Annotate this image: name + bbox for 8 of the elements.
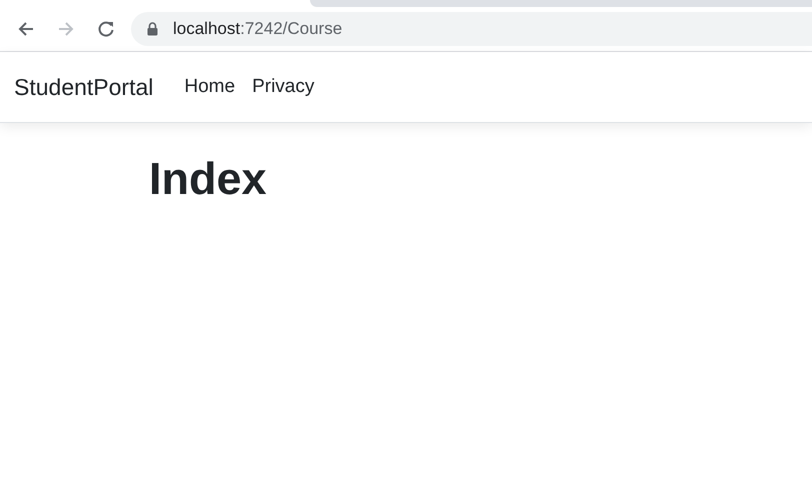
address-bar[interactable]: localhost:7242/Course [131,12,812,46]
reload-icon [96,19,116,39]
brand-link[interactable]: StudentPortal [14,70,154,104]
url-text: localhost:7242/Course [173,18,342,40]
lock-icon [147,22,158,36]
nav-link[interactable]: Privacy [244,72,322,102]
nav-link[interactable]: Home [176,72,244,102]
page-heading: Index [149,152,268,206]
